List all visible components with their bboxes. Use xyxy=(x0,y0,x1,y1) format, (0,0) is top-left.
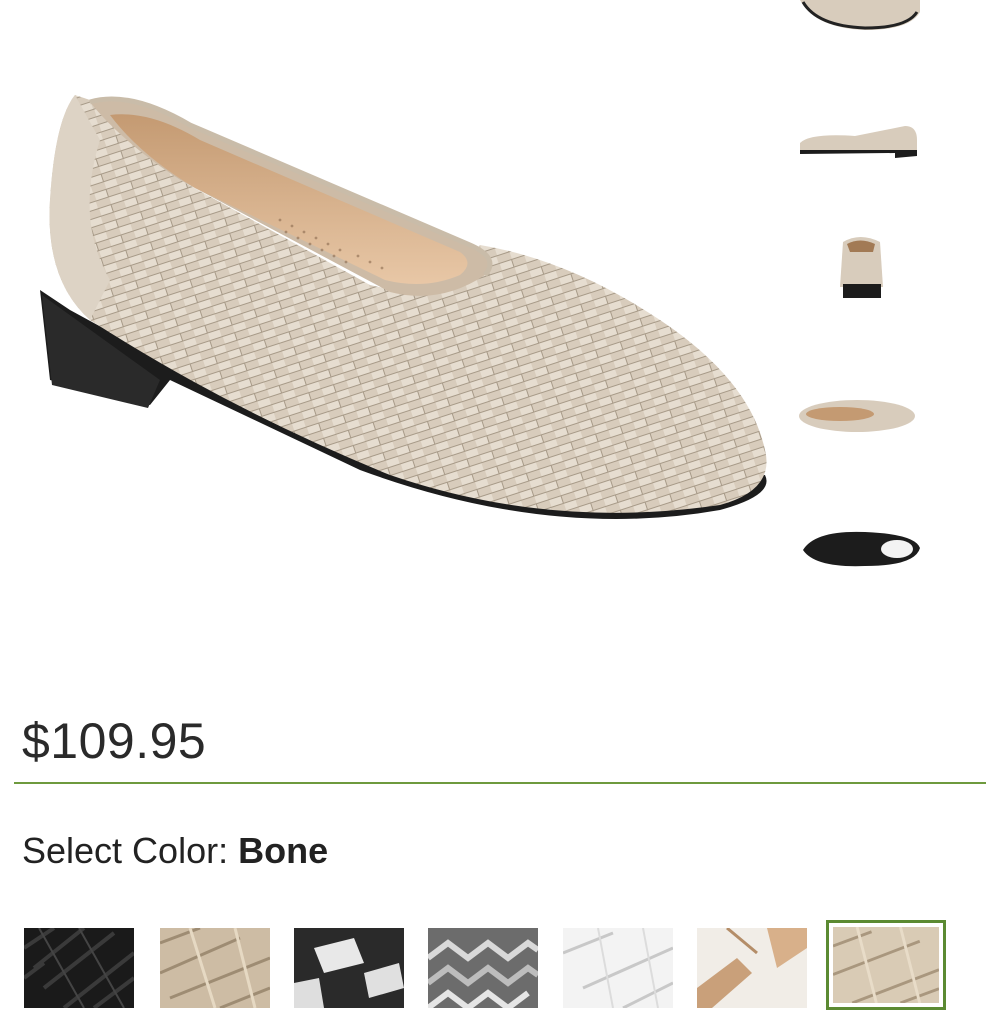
swatch-grey-herringbone[interactable] xyxy=(428,928,538,1008)
loafer-illustration xyxy=(40,95,767,519)
thumbnail-top-view[interactable] xyxy=(795,0,925,40)
thumbnail-image xyxy=(800,126,917,158)
swatch-gold-weave[interactable] xyxy=(160,928,270,1008)
thumbnail-side-view[interactable] xyxy=(795,118,925,168)
thumbnail-sole-view[interactable] xyxy=(795,520,925,580)
thumbnail-inner-side-view[interactable] xyxy=(795,390,925,445)
select-color-prefix: Select Color: xyxy=(22,830,239,871)
select-color-label: Select Color: Bone xyxy=(22,830,328,872)
thumbnail-back-view[interactable] xyxy=(795,232,925,307)
main-product-image[interactable] xyxy=(30,80,780,550)
swatch-white-tan-weave[interactable] xyxy=(697,928,807,1008)
swatch-black-weave[interactable] xyxy=(24,928,134,1008)
swatch-image xyxy=(833,927,939,1003)
thumbnail-image xyxy=(799,400,915,432)
color-swatch-list xyxy=(0,920,1000,1010)
selected-color-name: Bone xyxy=(238,830,329,871)
thumbnail-image xyxy=(803,531,920,567)
thumbnail-image xyxy=(800,0,920,30)
swatch-image xyxy=(294,928,404,1008)
swatch-image xyxy=(697,928,807,1008)
swatch-image xyxy=(24,928,134,1008)
swatch-image xyxy=(428,928,538,1008)
swatch-black-white-weave[interactable] xyxy=(294,928,404,1008)
swatch-bone-weave[interactable] xyxy=(826,920,946,1010)
product-price: $109.95 xyxy=(22,713,207,769)
swatch-image xyxy=(160,928,270,1008)
divider xyxy=(14,782,986,784)
thumbnail-rail xyxy=(795,0,925,600)
thumbnail-image xyxy=(840,237,883,298)
swatch-white-weave[interactable] xyxy=(563,928,673,1008)
swatch-image xyxy=(563,928,673,1008)
